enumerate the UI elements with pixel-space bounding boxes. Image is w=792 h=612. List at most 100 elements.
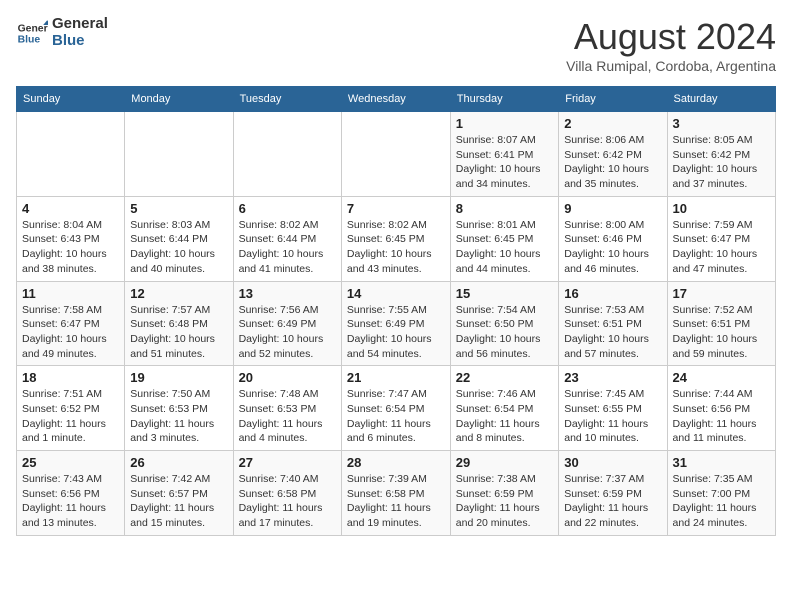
day-number: 11 xyxy=(22,286,119,301)
calendar-cell: 18 Sunrise: 7:51 AM Sunset: 6:52 PM Dayli… xyxy=(17,366,125,451)
day-number: 2 xyxy=(564,116,661,131)
day-number: 31 xyxy=(673,455,770,470)
day-number: 1 xyxy=(456,116,553,131)
day-number: 25 xyxy=(22,455,119,470)
day-number: 24 xyxy=(673,370,770,385)
header-sunday: Sunday xyxy=(17,87,125,112)
calendar-cell xyxy=(233,112,341,197)
day-info: Sunrise: 7:52 AM Sunset: 6:51 PM Dayligh… xyxy=(673,303,770,362)
day-info: Sunrise: 8:03 AM Sunset: 6:44 PM Dayligh… xyxy=(130,218,227,277)
day-number: 3 xyxy=(673,116,770,131)
calendar-cell: 29Sunrise: 7:38 AM Sunset: 6:59 PM Dayli… xyxy=(450,451,558,536)
day-info: Sunrise: 7:47 AM Sunset: 6:54 PM Dayligh… xyxy=(347,387,445,446)
calendar-cell: 27 Sunrise: 7:40 AM Sunset: 6:58 PM Dayli… xyxy=(233,451,341,536)
day-number: 27 xyxy=(239,455,336,470)
day-info: Sunrise: 8:02 AM Sunset: 6:44 PM Dayligh… xyxy=(239,218,336,277)
header-wednesday: Wednesday xyxy=(341,87,450,112)
day-number: 9 xyxy=(564,201,661,216)
day-info: Sunrise: 7:55 AM Sunset: 6:49 PM Dayligh… xyxy=(347,303,445,362)
day-info: Sunrise: 7:56 AM Sunset: 6:49 PM Dayligh… xyxy=(239,303,336,362)
calendar-week-2: 11Sunrise: 7:58 AM Sunset: 6:47 PM Dayli… xyxy=(17,281,776,366)
day-number: 6 xyxy=(239,201,336,216)
day-number: 14 xyxy=(347,286,445,301)
day-info: Sunrise: 7:57 AM Sunset: 6:48 PM Dayligh… xyxy=(130,303,227,362)
calendar-table: SundayMondayTuesdayWednesdayThursdayFrid… xyxy=(16,86,776,536)
day-number: 23 xyxy=(564,370,661,385)
day-number: 17 xyxy=(673,286,770,301)
calendar-cell: 19Sunrise: 7:50 AM Sunset: 6:53 PM Dayli… xyxy=(125,366,233,451)
day-info: Sunrise: 7:53 AM Sunset: 6:51 PM Dayligh… xyxy=(564,303,661,362)
calendar-week-3: 18 Sunrise: 7:51 AM Sunset: 6:52 PM Dayli… xyxy=(17,366,776,451)
calendar-cell: 21Sunrise: 7:47 AM Sunset: 6:54 PM Dayli… xyxy=(341,366,450,451)
day-number: 29 xyxy=(456,455,553,470)
day-info: Sunrise: 7:42 AM Sunset: 6:57 PM Dayligh… xyxy=(130,472,227,531)
day-info: Sunrise: 7:40 AM Sunset: 6:58 PM Dayligh… xyxy=(239,472,336,531)
day-number: 13 xyxy=(239,286,336,301)
svg-text:Blue: Blue xyxy=(18,34,41,45)
day-number: 18 xyxy=(22,370,119,385)
day-info: Sunrise: 8:04 AM Sunset: 6:43 PM Dayligh… xyxy=(22,218,119,277)
calendar-cell: 11Sunrise: 7:58 AM Sunset: 6:47 PM Dayli… xyxy=(17,281,125,366)
day-number: 5 xyxy=(130,201,227,216)
calendar-cell xyxy=(17,112,125,197)
day-info: Sunrise: 7:54 AM Sunset: 6:50 PM Dayligh… xyxy=(456,303,553,362)
calendar-header-row: SundayMondayTuesdayWednesdayThursdayFrid… xyxy=(17,87,776,112)
calendar-cell: 12Sunrise: 7:57 AM Sunset: 6:48 PM Dayli… xyxy=(125,281,233,366)
day-number: 8 xyxy=(456,201,553,216)
title-block: August 2024 Villa Rumipal, Cordoba, Arge… xyxy=(566,16,776,74)
day-number: 7 xyxy=(347,201,445,216)
day-number: 4 xyxy=(22,201,119,216)
header-tuesday: Tuesday xyxy=(233,87,341,112)
day-info: Sunrise: 8:05 AM Sunset: 6:42 PM Dayligh… xyxy=(673,133,770,192)
day-info: Sunrise: 8:07 AM Sunset: 6:41 PM Dayligh… xyxy=(456,133,553,192)
day-info: Sunrise: 7:51 AM Sunset: 6:52 PM Dayligh… xyxy=(22,387,119,446)
calendar-cell: 10Sunrise: 7:59 AM Sunset: 6:47 PM Dayli… xyxy=(667,196,775,281)
calendar-cell: 5 Sunrise: 8:03 AM Sunset: 6:44 PM Daylig… xyxy=(125,196,233,281)
calendar-cell: 26 Sunrise: 7:42 AM Sunset: 6:57 PM Dayli… xyxy=(125,451,233,536)
page-header: General Blue General Blue August 2024 Vi… xyxy=(16,16,776,74)
calendar-cell: 2 Sunrise: 8:06 AM Sunset: 6:42 PM Daylig… xyxy=(559,112,667,197)
page-title: August 2024 xyxy=(566,16,776,58)
day-info: Sunrise: 8:00 AM Sunset: 6:46 PM Dayligh… xyxy=(564,218,661,277)
calendar-cell: 4 Sunrise: 8:04 AM Sunset: 6:43 PM Daylig… xyxy=(17,196,125,281)
calendar-cell: 23 Sunrise: 7:45 AM Sunset: 6:55 PM Dayli… xyxy=(559,366,667,451)
calendar-cell: 6 Sunrise: 8:02 AM Sunset: 6:44 PM Daylig… xyxy=(233,196,341,281)
day-info: Sunrise: 8:06 AM Sunset: 6:42 PM Dayligh… xyxy=(564,133,661,192)
calendar-week-0: 1 Sunrise: 8:07 AM Sunset: 6:41 PM Daylig… xyxy=(17,112,776,197)
calendar-week-1: 4 Sunrise: 8:04 AM Sunset: 6:43 PM Daylig… xyxy=(17,196,776,281)
calendar-cell: 7Sunrise: 8:02 AM Sunset: 6:45 PM Daylig… xyxy=(341,196,450,281)
calendar-cell: 9 Sunrise: 8:00 AM Sunset: 6:46 PM Daylig… xyxy=(559,196,667,281)
svg-text:General: General xyxy=(18,23,48,34)
calendar-cell: 8Sunrise: 8:01 AM Sunset: 6:45 PM Daylig… xyxy=(450,196,558,281)
logo-line1: General xyxy=(52,16,108,33)
calendar-cell: 22Sunrise: 7:46 AM Sunset: 6:54 PM Dayli… xyxy=(450,366,558,451)
calendar-cell: 31 Sunrise: 7:35 AM Sunset: 7:00 PM Dayli… xyxy=(667,451,775,536)
logo-icon: General Blue xyxy=(16,17,48,49)
logo-line2: Blue xyxy=(52,33,108,50)
calendar-cell: 14 Sunrise: 7:55 AM Sunset: 6:49 PM Dayli… xyxy=(341,281,450,366)
page-subtitle: Villa Rumipal, Cordoba, Argentina xyxy=(566,58,776,74)
day-number: 10 xyxy=(673,201,770,216)
header-thursday: Thursday xyxy=(450,87,558,112)
logo: General Blue General Blue xyxy=(16,16,108,49)
day-number: 28 xyxy=(347,455,445,470)
day-info: Sunrise: 7:46 AM Sunset: 6:54 PM Dayligh… xyxy=(456,387,553,446)
header-saturday: Saturday xyxy=(667,87,775,112)
day-info: Sunrise: 7:43 AM Sunset: 6:56 PM Dayligh… xyxy=(22,472,119,531)
calendar-cell: 25 Sunrise: 7:43 AM Sunset: 6:56 PM Dayli… xyxy=(17,451,125,536)
calendar-cell: 28 Sunrise: 7:39 AM Sunset: 6:58 PM Dayli… xyxy=(341,451,450,536)
day-number: 16 xyxy=(564,286,661,301)
calendar-cell: 13 Sunrise: 7:56 AM Sunset: 6:49 PM Dayli… xyxy=(233,281,341,366)
day-info: Sunrise: 7:45 AM Sunset: 6:55 PM Dayligh… xyxy=(564,387,661,446)
day-info: Sunrise: 7:39 AM Sunset: 6:58 PM Dayligh… xyxy=(347,472,445,531)
day-number: 30 xyxy=(564,455,661,470)
calendar-cell: 17 Sunrise: 7:52 AM Sunset: 6:51 PM Dayli… xyxy=(667,281,775,366)
day-info: Sunrise: 7:35 AM Sunset: 7:00 PM Dayligh… xyxy=(673,472,770,531)
day-info: Sunrise: 7:50 AM Sunset: 6:53 PM Dayligh… xyxy=(130,387,227,446)
day-number: 26 xyxy=(130,455,227,470)
calendar-cell: 15Sunrise: 7:54 AM Sunset: 6:50 PM Dayli… xyxy=(450,281,558,366)
day-info: Sunrise: 7:37 AM Sunset: 6:59 PM Dayligh… xyxy=(564,472,661,531)
day-number: 20 xyxy=(239,370,336,385)
calendar-cell: 30 Sunrise: 7:37 AM Sunset: 6:59 PM Dayli… xyxy=(559,451,667,536)
header-friday: Friday xyxy=(559,87,667,112)
